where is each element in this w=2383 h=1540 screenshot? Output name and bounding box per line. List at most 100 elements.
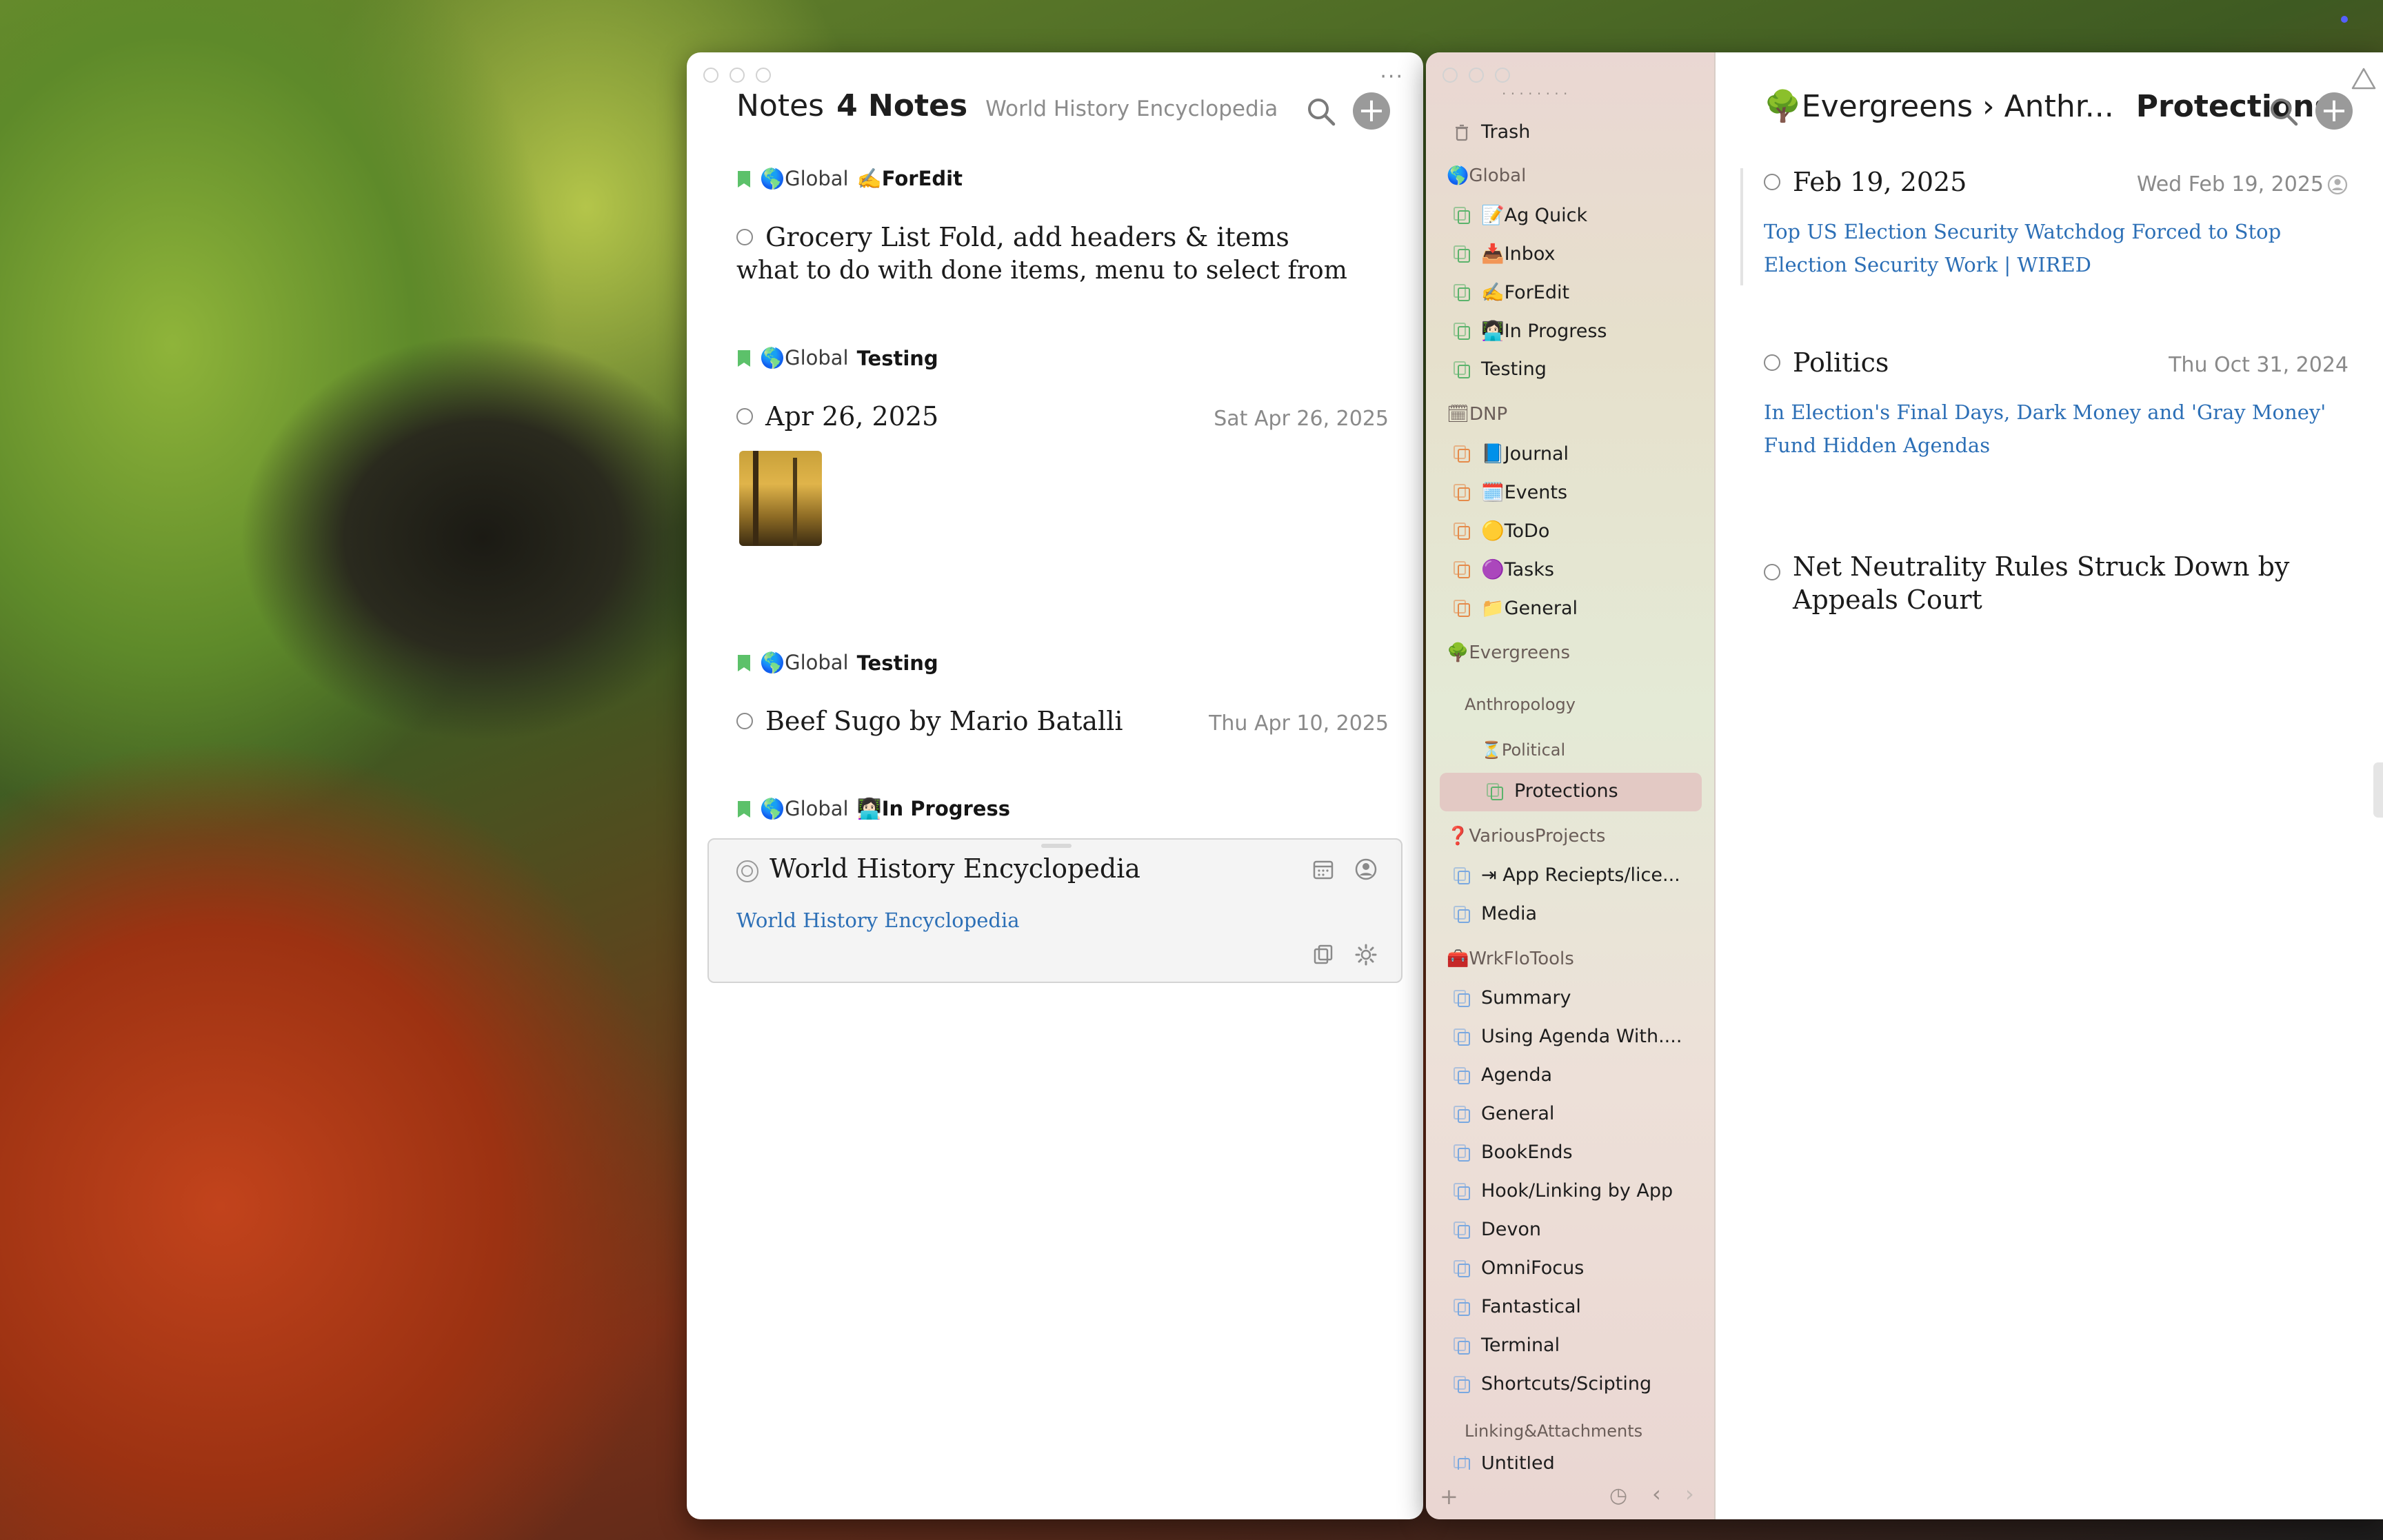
sidebar-item-app-reciepts[interactable]: ⇥ App Reciepts/lice... bbox=[1452, 864, 1680, 886]
sidebar-item-label: Shortcuts/Scipting bbox=[1481, 1373, 1652, 1395]
sidebar-item-using-agenda[interactable]: Using Agenda With.... bbox=[1452, 1026, 1682, 1047]
note-link[interactable]: World History Encyclopedia bbox=[736, 909, 1020, 932]
sidebar-section-global[interactable]: 🌎Global bbox=[1447, 165, 1526, 186]
duplicate-icon[interactable] bbox=[1311, 943, 1335, 966]
sidebar-item-tasks[interactable]: 🟣Tasks bbox=[1452, 558, 1554, 580]
sidebar-item-inbox[interactable]: 📥Inbox bbox=[1452, 243, 1556, 265]
calendar-icon[interactable] bbox=[1311, 858, 1335, 881]
scrollbar[interactable] bbox=[2373, 762, 2383, 818]
sidebar-subsection-anthropology[interactable]: Anthropology bbox=[1465, 695, 1576, 714]
search-icon[interactable] bbox=[1305, 95, 1338, 128]
note-date: Thu Apr 10, 2025 bbox=[1209, 711, 1389, 736]
checkbox-icon[interactable] bbox=[736, 229, 753, 245]
area-label: 🌎Global bbox=[760, 797, 849, 820]
sidebar-subsection-political[interactable]: ⏳Political bbox=[1481, 740, 1565, 760]
sidebar-item-todo[interactable]: 🟡ToDo bbox=[1452, 520, 1549, 542]
sidebar-item-protections[interactable]: Protections bbox=[1485, 780, 1618, 802]
note-selection-bar bbox=[1740, 168, 1743, 285]
sidebar-item-general[interactable]: 📁General bbox=[1452, 597, 1578, 619]
minimize-button[interactable] bbox=[1469, 68, 1484, 83]
checkbox-icon[interactable] bbox=[736, 713, 753, 729]
back-button[interactable]: ‹ bbox=[1652, 1481, 1661, 1507]
note-item[interactable]: Beef Sugo by Mario Batalli bbox=[736, 706, 1123, 736]
note-link[interactable]: In Election's Final Days, Dark Money and… bbox=[1764, 396, 2357, 462]
forward-button[interactable]: › bbox=[1685, 1481, 1694, 1507]
gear-icon[interactable] bbox=[1354, 943, 1378, 966]
sidebar-item-hook-linking[interactable]: Hook/Linking by App bbox=[1452, 1180, 1673, 1202]
breadcrumb[interactable]: 🌳Evergreens › Anthr... bbox=[1764, 88, 2114, 124]
checkbox-icon[interactable] bbox=[736, 408, 753, 425]
sidebar-item-general-2[interactable]: General bbox=[1452, 1103, 1554, 1124]
assign-person-icon[interactable] bbox=[2326, 174, 2349, 196]
checkbox-icon[interactable] bbox=[1764, 354, 1780, 371]
sidebar-item-testing[interactable]: Testing bbox=[1452, 358, 1547, 380]
note-date: Wed Feb 19, 2025 bbox=[2136, 172, 2324, 196]
sidebar-item-fantastical[interactable]: Fantastical bbox=[1452, 1296, 1581, 1317]
selected-note-card[interactable]: World History Encyclopedia World History… bbox=[707, 838, 1402, 983]
sidebar-item-shortcuts[interactable]: Shortcuts/Scipting bbox=[1452, 1373, 1651, 1395]
sidebar-item-media[interactable]: Media bbox=[1452, 903, 1537, 924]
close-button[interactable] bbox=[703, 68, 718, 83]
note-title: Feb 19, 2025 bbox=[1793, 167, 1967, 197]
add-category-button[interactable]: + bbox=[1440, 1483, 1458, 1510]
note-item[interactable]: Politics bbox=[1764, 347, 1889, 378]
sidebar-item-label: BookEnds bbox=[1481, 1142, 1573, 1163]
note-title: Politics bbox=[1793, 347, 1889, 378]
group-header: 🌎Global 👩🏻‍💻In Progress bbox=[736, 797, 1010, 821]
minimize-button[interactable] bbox=[730, 68, 745, 83]
sidebar-item-events[interactable]: 🗓️Events bbox=[1452, 481, 1567, 503]
close-button[interactable] bbox=[1442, 68, 1458, 83]
warning-icon[interactable] bbox=[2350, 66, 2377, 91]
window-controls[interactable] bbox=[1442, 68, 1510, 83]
add-note-button[interactable]: + bbox=[2315, 92, 2353, 130]
checkbox-icon[interactable] bbox=[1764, 564, 1780, 580]
note-item[interactable]: Grocery List Fold, add headers & items bbox=[736, 222, 1289, 252]
zoom-button[interactable] bbox=[1495, 68, 1510, 83]
page-title: Protections bbox=[2135, 89, 2333, 124]
page-icon bbox=[1452, 866, 1471, 885]
sidebar-item-label: Summary bbox=[1481, 987, 1571, 1009]
drag-handle[interactable] bbox=[1041, 844, 1072, 848]
history-icon[interactable]: ◷ bbox=[1609, 1483, 1627, 1508]
sidebar-subsection-linking[interactable]: Linking&Attachments bbox=[1465, 1421, 1642, 1441]
search-icon[interactable] bbox=[2267, 95, 2300, 128]
page-icon bbox=[1452, 989, 1471, 1008]
assign-person-icon[interactable] bbox=[1354, 858, 1378, 881]
note-title[interactable]: Net Neutrality Rules Struck Down by Appe… bbox=[1793, 550, 2331, 616]
more-menu-icon[interactable]: ··· bbox=[1380, 65, 1404, 89]
note-title[interactable]: World History Encyclopedia bbox=[770, 853, 1140, 884]
zoom-button[interactable] bbox=[756, 68, 771, 83]
category-label: ✍️ForEdit bbox=[856, 167, 963, 190]
add-note-button[interactable]: + bbox=[1353, 92, 1390, 130]
sidebar-item-journal[interactable]: 📘Journal bbox=[1452, 443, 1569, 465]
sidebar-partial-item: · · · · · · · · bbox=[1502, 85, 1568, 102]
sidebar-item-bookends[interactable]: BookEnds bbox=[1452, 1142, 1573, 1163]
image-thumbnail[interactable] bbox=[739, 451, 822, 546]
note-link[interactable]: Top US Election Security Watchdog Forced… bbox=[1764, 215, 2357, 281]
sidebar-item-omnifocus[interactable]: OmniFocus bbox=[1452, 1257, 1584, 1279]
checkbox-icon[interactable] bbox=[1764, 174, 1780, 190]
sidebar-item-foredit[interactable]: ✍️ForEdit bbox=[1452, 281, 1569, 303]
sidebar-item-terminal[interactable]: Terminal bbox=[1452, 1335, 1560, 1356]
sidebar-section-dnp[interactable]: 🗓DNP bbox=[1447, 404, 1507, 425]
sidebar-item-in-progress[interactable]: 👩🏻‍💻In Progress bbox=[1452, 320, 1607, 342]
note-title: Beef Sugo by Mario Batalli bbox=[765, 706, 1123, 736]
note-title: Grocery List Fold, add headers & items bbox=[765, 222, 1289, 252]
sidebar-section-various-projects[interactable]: ❓VariousProjects bbox=[1447, 826, 1605, 847]
sidebar-item-trash[interactable]: Trash bbox=[1452, 121, 1530, 143]
sidebar-item-ag-quick[interactable]: 📝Ag Quick bbox=[1452, 204, 1587, 226]
sidebar-section-wrkflotools[interactable]: 🧰WrkFloTools bbox=[1447, 949, 1574, 969]
sidebar-item-agenda[interactable]: Agenda bbox=[1452, 1064, 1552, 1086]
sidebar-footer: + ◷ ‹ › bbox=[1426, 1478, 1714, 1519]
sidebar-item-devon[interactable]: Devon bbox=[1452, 1219, 1541, 1240]
note-item[interactable]: Feb 19, 2025 bbox=[1764, 167, 1967, 197]
completion-ring-icon[interactable] bbox=[736, 860, 758, 882]
sidebar-item-untitled[interactable]: Untitled bbox=[1452, 1456, 1555, 1470]
sidebar-section-evergreens[interactable]: 🌳Evergreens bbox=[1447, 642, 1570, 663]
window-controls[interactable] bbox=[703, 68, 771, 83]
sidebar-item-summary[interactable]: Summary bbox=[1452, 987, 1571, 1009]
sidebar-item-label: Using Agenda With.... bbox=[1481, 1026, 1682, 1047]
sidebar-item-label: Terminal bbox=[1481, 1335, 1560, 1356]
sidebar-item-label: 📥Inbox bbox=[1481, 243, 1556, 265]
note-item[interactable]: Apr 26, 2025 bbox=[736, 401, 938, 432]
